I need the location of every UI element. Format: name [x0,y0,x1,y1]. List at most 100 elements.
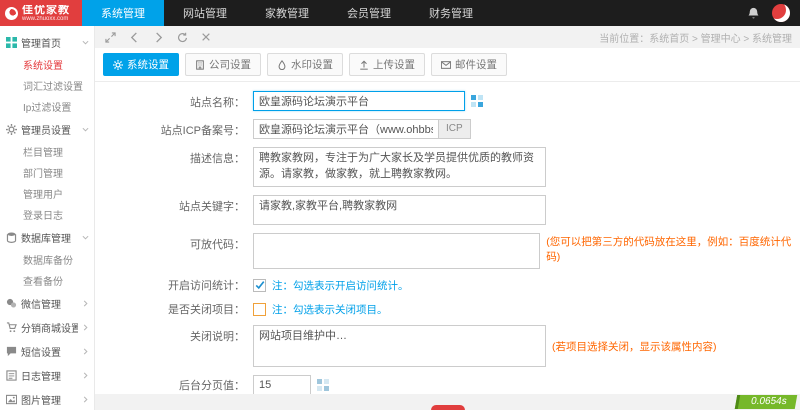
expand-icon[interactable] [105,32,116,43]
form-row-icp: 站点ICP备案号： ICP [95,115,800,143]
topbar: 佳优家教 www.zhuoxx.com 系统管理 网站管理 家教管理 会员管理 … [0,0,800,26]
grid-icon[interactable] [317,379,329,391]
visit-stats-checkbox[interactable] [253,279,266,292]
sidebar-item-sms-settings[interactable]: 短信设置 [0,339,94,363]
page-size-input[interactable] [253,375,311,394]
logo-title: 佳优家教 [22,5,70,16]
sidebar-group-label: 图片管理 [21,392,78,407]
render-time-badge: 0.0654s [735,395,797,409]
nav-finance-management[interactable]: 财务管理 [410,0,492,26]
footer: 0.0654s [95,394,800,410]
sidebar-item-distribution-mall[interactable]: 分销商城设置 [0,315,94,339]
nav-member-management[interactable]: 会员管理 [328,0,410,26]
wechat-icon [6,298,17,309]
site-name-input[interactable] [253,91,465,111]
chevron-down-icon [82,234,89,241]
tab-upload-settings[interactable]: 上传设置 [349,53,425,76]
sidebar-item-department-management[interactable]: 部门管理 [0,162,94,183]
icp-input[interactable] [253,119,439,139]
sidebar-group-label: 数据库管理 [21,230,78,245]
database-icon [6,232,17,243]
close-note-hint: (若项目选择关闭，显示该属性内容) [552,339,717,354]
tab-label: 公司设置 [209,57,251,72]
page-size-label: 后台分页值： [95,377,245,393]
description-label: 描述信息： [95,147,245,166]
tab-label: 邮件设置 [455,57,497,72]
sidebar-item-image-management[interactable]: 图片管理 [0,387,94,410]
brand-avatar[interactable] [772,4,790,22]
forward-icon[interactable] [153,32,164,43]
sidebar-item-wechat-management[interactable]: 微信管理 [0,291,94,315]
sidebar-item-view-backup[interactable]: 查看备份 [0,270,94,291]
sidebar-group-label: 管理首页 [21,35,78,50]
back-icon[interactable] [129,32,140,43]
sidebar-item-system-settings[interactable]: 系统设置 [0,54,94,75]
form-row-visit-stats: 开启访问统计： 注：勾选表示开启访问统计。 [95,273,800,297]
keywords-textarea[interactable]: 请家教,家教平台,聘教家教网 [253,195,546,225]
sidebar-item-home[interactable]: 管理首页 [0,30,94,54]
sidebar-item-column-management[interactable]: 栏目管理 [0,141,94,162]
tab-watermark-settings[interactable]: 水印设置 [267,53,343,76]
sidebar-item-word-filter[interactable]: 词汇过滤设置 [0,75,94,96]
close-project-checkbox[interactable] [253,303,266,316]
chevron-down-icon [82,126,89,133]
code-textarea[interactable] [253,233,540,269]
log-icon [6,370,17,381]
building-icon [195,60,205,70]
visit-stats-note: 注：勾选表示开启访问统计。 [272,278,409,293]
sidebar-item-ip-filter[interactable]: Ip过滤设置 [0,96,94,117]
sidebar-group-label: 管理员设置 [21,122,78,137]
message-icon [6,346,17,357]
gear-icon [6,124,17,135]
sidebar-item-db-backup[interactable]: 数据库备份 [0,249,94,270]
chevron-right-icon [82,300,89,307]
chevron-right-icon [82,348,89,355]
close-note-textarea[interactable]: 网站项目维护中… [253,325,546,367]
home-grid-icon [6,37,17,48]
keywords-label: 站点关键字： [95,195,245,214]
code-hint: (您可以把第三方的代码放在这里，例如：百度统计代码) [546,234,800,269]
image-icon [6,394,17,405]
main-nav: 系统管理 网站管理 家教管理 会员管理 财务管理 [82,0,492,26]
close-project-label: 是否关闭项目： [95,301,245,317]
sidebar-sub-home: 系统设置 词汇过滤设置 Ip过滤设置 [0,54,94,117]
mail-icon [441,60,451,70]
sidebar-group-database[interactable]: 数据库管理 [0,225,94,249]
chevron-right-icon [82,396,89,403]
logo-domain: www.zhuoxx.com [22,16,70,22]
sidebar-item-log-management[interactable]: 日志管理 [0,363,94,387]
form-row-page-size: 后台分页值： [95,371,800,394]
tab-label: 上传设置 [373,57,415,72]
sidebar-group-label: 日志管理 [21,368,78,383]
sidebar-item-login-log[interactable]: 登录日志 [0,204,94,225]
brand-logo[interactable]: 佳优家教 www.zhuoxx.com [0,0,82,26]
sidebar-item-admin-users[interactable]: 管理用户 [0,183,94,204]
grid-icon[interactable] [471,91,483,107]
notification-bell-icon[interactable] [747,7,760,20]
form-row-description: 描述信息： 聘教家教网，专注于为广大家长及学员提供优质的教师资源。请家教，做家教… [95,143,800,191]
sidebar-sub-admin: 栏目管理 部门管理 管理用户 登录日志 [0,141,94,225]
logo-icon [5,7,18,20]
tab-company-settings[interactable]: 公司设置 [185,53,261,76]
nav-tutor-management[interactable]: 家教管理 [246,0,328,26]
description-textarea[interactable]: 聘教家教网，专注于为广大家长及学员提供优质的教师资源。请家教，做家教，就上聘教家… [253,147,546,187]
footer-logo-peek [431,405,465,410]
refresh-icon[interactable] [177,32,188,43]
close-icon[interactable] [201,32,211,42]
code-label: 可放代码： [95,233,245,252]
close-note-label: 关闭说明： [95,325,245,344]
tab-label: 水印设置 [291,57,333,72]
settings-tabs: 系统设置 公司设置 水印设置 上传设置 [95,48,800,82]
sidebar: 管理首页 系统设置 词汇过滤设置 Ip过滤设置 管理员设置 栏目管理 部门管理 … [0,26,95,410]
nav-website-management[interactable]: 网站管理 [164,0,246,26]
sidebar-group-admin-settings[interactable]: 管理员设置 [0,117,94,141]
nav-system-management[interactable]: 系统管理 [82,0,164,26]
tab-system-settings[interactable]: 系统设置 [103,53,179,76]
settings-form: 站点名称： 站点ICP备案号： ICP 描述信息： [95,82,800,394]
sidebar-group-label: 微信管理 [21,296,78,311]
sidebar-sub-database: 数据库备份 查看备份 [0,249,94,291]
breadcrumb: 当前位置：系统首页 > 管理中心 > 系统管理 [599,30,792,45]
chevron-down-icon [82,39,89,46]
tab-mail-settings[interactable]: 邮件设置 [431,53,507,76]
gear-icon [113,60,123,70]
